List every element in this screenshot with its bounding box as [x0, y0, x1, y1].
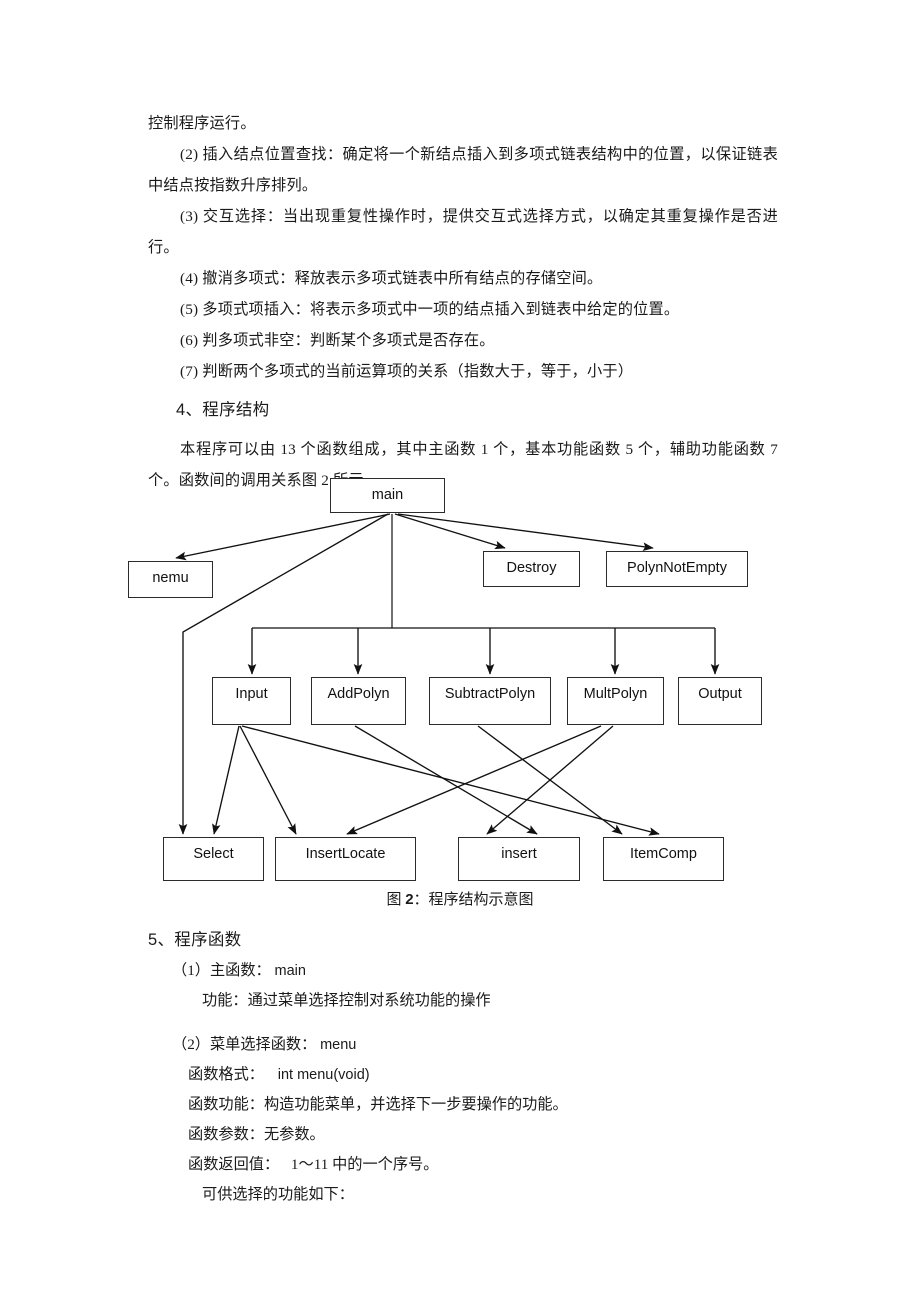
diagram-node-subtractpolyn[interactable]: SubtractPolyn	[429, 677, 551, 725]
figure-caption-prefix: 图	[386, 892, 402, 908]
item2-label: （2）菜单选择函数：	[172, 1036, 317, 1053]
text-block-top: 控制程序运行。 (2) 插入结点位置查找：确定将一个新结点插入到多项式链表结构中…	[148, 108, 778, 496]
diagram-node-select[interactable]: Select	[163, 837, 264, 881]
line-return-label: 函数返回值：	[188, 1156, 280, 1173]
paragraph-3: (3) 交互选择：当出现重复性操作时，提供交互式选择方式，以确定其重复操作是否进…	[148, 208, 778, 256]
figure-caption-text: ：程序结构示意图	[413, 892, 534, 908]
section5-item2: （2）菜单选择函数： menu	[140, 1030, 780, 1060]
line-return-value: 1～11 中的一个序号。	[290, 1156, 439, 1173]
section5-line-function: 函数功能：构造功能菜单，并选择下一步要操作的功能。	[188, 1096, 568, 1113]
paragraph-6: (6) 判多项式非空：判断某个多项式是否存在。	[180, 332, 495, 349]
document-page: 控制程序运行。 (2) 插入结点位置查找：确定将一个新结点插入到多项式链表结构中…	[0, 0, 920, 1303]
diagram-node-itemcomp[interactable]: ItemComp	[603, 837, 724, 881]
paragraph-4: (4) 撤消多项式：释放表示多项式链表中所有结点的存储空间。	[180, 270, 603, 287]
diagram-node-input[interactable]: Input	[212, 677, 291, 725]
section-heading-4: 4、程序结构	[176, 401, 270, 419]
paragraph-5: (5) 多项式项插入：将表示多项式中一项的结点插入到链表中给定的位置。	[180, 301, 680, 318]
item1-label: （1）主函数：	[172, 962, 271, 979]
paragraph-7: (7) 判断两个多项式的当前运算项的关系（指数大于，等于，小于）	[180, 363, 634, 380]
diagram-node-insertlocate[interactable]: InsertLocate	[275, 837, 416, 881]
diagram-node-polynnotempty[interactable]: PolynNotEmpty	[606, 551, 748, 587]
section-heading-5: 5、程序函数	[148, 931, 242, 949]
program-structure-diagram: main nemu Destroy PolynNotEmpty Input Ad…	[0, 470, 920, 895]
diagram-node-nemu[interactable]: nemu	[128, 561, 213, 598]
section5-line-format: 函数格式： int menu(void)	[140, 1060, 780, 1090]
line-format-label: 函数格式：	[188, 1066, 264, 1083]
diagram-node-insert[interactable]: insert	[458, 837, 580, 881]
section5-line-return: 函数返回值： 1～11 中的一个序号。	[140, 1150, 780, 1180]
section5-item1-function: 功能：通过菜单选择控制对系统功能的操作	[202, 992, 491, 1009]
text-block-bottom: 5、程序函数 （1）主函数： main 功能：通过菜单选择控制对系统功能的操作 …	[140, 925, 780, 1210]
diagram-node-destroy[interactable]: Destroy	[483, 551, 580, 587]
section5-line-params: 函数参数：无参数。	[188, 1126, 325, 1143]
paragraph-2: (2) 插入结点位置查找：确定将一个新结点插入到多项式链表结构中的位置，以保证链…	[148, 146, 778, 194]
paragraph-control: 控制程序运行。	[148, 115, 256, 132]
section5-closing: 可供选择的功能如下：	[202, 1186, 354, 1203]
section5-item1: （1）主函数： main	[140, 956, 780, 986]
line-format-value: int menu(void)	[277, 1067, 370, 1083]
diagram-node-output[interactable]: Output	[678, 677, 762, 725]
figure-caption: 图 2：程序结构示意图	[0, 888, 920, 909]
item2-value: menu	[320, 1037, 357, 1053]
item1-value: main	[274, 963, 306, 979]
diagram-node-main[interactable]: main	[330, 478, 445, 513]
diagram-node-addpolyn[interactable]: AddPolyn	[311, 677, 406, 725]
figure-caption-number: 2	[405, 891, 414, 908]
diagram-node-multpolyn[interactable]: MultPolyn	[567, 677, 664, 725]
